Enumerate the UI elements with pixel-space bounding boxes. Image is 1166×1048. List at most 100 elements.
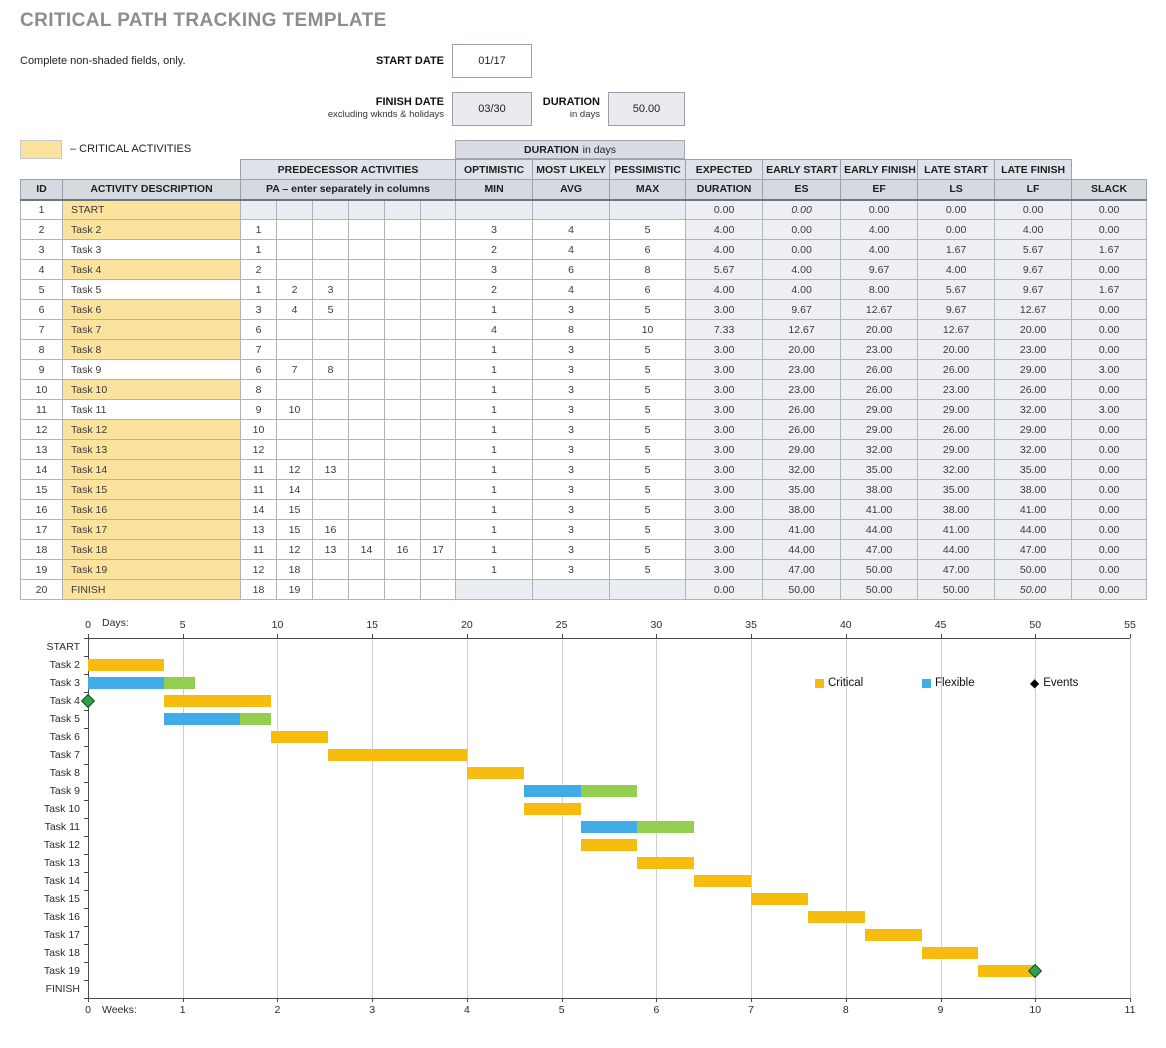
cell-avg[interactable]: 8 xyxy=(533,320,610,340)
cell-duration[interactable]: 3.00 xyxy=(686,440,763,460)
cell-avg[interactable]: 6 xyxy=(533,260,610,280)
cell-activity[interactable]: Task 18 xyxy=(63,540,241,560)
cell-pa[interactable] xyxy=(385,220,421,240)
cell-id[interactable]: 8 xyxy=(21,340,63,360)
cell-min[interactable] xyxy=(456,580,533,600)
column-header-late-start[interactable]: LATE START xyxy=(918,160,995,180)
cell-ls[interactable]: 35.00 xyxy=(918,480,995,500)
cell-pa[interactable] xyxy=(385,420,421,440)
cell-ls[interactable]: 4.00 xyxy=(918,260,995,280)
cell-pa[interactable] xyxy=(421,260,456,280)
cell-pa[interactable]: 16 xyxy=(385,540,421,560)
cell-id[interactable]: 15 xyxy=(21,480,63,500)
cell-ef[interactable]: 41.00 xyxy=(841,500,918,520)
cell-ls[interactable]: 1.67 xyxy=(918,240,995,260)
cell-duration[interactable]: 3.00 xyxy=(686,500,763,520)
cell-max[interactable]: 8 xyxy=(610,260,686,280)
cell-ef[interactable]: 9.67 xyxy=(841,260,918,280)
cell-pa[interactable] xyxy=(385,580,421,600)
cell-id[interactable]: 7 xyxy=(21,320,63,340)
cell-pa[interactable] xyxy=(385,440,421,460)
cell-lf[interactable]: 26.00 xyxy=(995,380,1072,400)
cell-pa[interactable]: 12 xyxy=(277,540,313,560)
cell-activity[interactable]: Task 17 xyxy=(63,520,241,540)
cell-pa[interactable] xyxy=(349,580,385,600)
cell-pa[interactable] xyxy=(385,520,421,540)
cell-id[interactable]: 12 xyxy=(21,420,63,440)
cell-pa[interactable]: 1 xyxy=(241,220,277,240)
cell-id[interactable]: 9 xyxy=(21,360,63,380)
cell-avg[interactable]: 3 xyxy=(533,540,610,560)
cell-ls[interactable]: 0.00 xyxy=(918,220,995,240)
cell-min[interactable]: 1 xyxy=(456,520,533,540)
cell-lf[interactable]: 50.00 xyxy=(995,560,1072,580)
cell-pa[interactable]: 14 xyxy=(241,500,277,520)
cell-pa[interactable]: 11 xyxy=(241,480,277,500)
cell-pa[interactable] xyxy=(385,460,421,480)
column-header-predecessors[interactable]: PREDECESSOR ACTIVITIES xyxy=(241,160,456,180)
column-header-slack[interactable]: SLACK xyxy=(1072,180,1147,200)
cell-pa[interactable] xyxy=(349,340,385,360)
cell-min[interactable]: 3 xyxy=(456,220,533,240)
column-header-min[interactable]: MIN xyxy=(456,180,533,200)
cell-pa[interactable] xyxy=(349,560,385,580)
cell-slack[interactable]: 0.00 xyxy=(1072,220,1147,240)
cell-lf[interactable]: 20.00 xyxy=(995,320,1072,340)
column-header-most-likely[interactable]: MOST LIKELY xyxy=(533,160,610,180)
cell-activity[interactable]: Task 3 xyxy=(63,240,241,260)
cell-ls[interactable]: 44.00 xyxy=(918,540,995,560)
cell-max[interactable]: 5 xyxy=(610,500,686,520)
cell-avg[interactable]: 4 xyxy=(533,240,610,260)
cell-activity[interactable]: START xyxy=(63,200,241,220)
cell-es[interactable]: 47.00 xyxy=(763,560,841,580)
cell-pa[interactable] xyxy=(421,440,456,460)
cell-pa[interactable] xyxy=(277,220,313,240)
cell-lf[interactable]: 35.00 xyxy=(995,460,1072,480)
cell-pa[interactable] xyxy=(313,400,349,420)
cell-activity[interactable]: Task 2 xyxy=(63,220,241,240)
cell-lf[interactable]: 38.00 xyxy=(995,480,1072,500)
cell-max[interactable]: 5 xyxy=(610,400,686,420)
cell-pa[interactable] xyxy=(241,200,277,220)
cell-pa[interactable] xyxy=(313,560,349,580)
cell-ef[interactable]: 0.00 xyxy=(841,200,918,220)
cell-slack[interactable]: 0.00 xyxy=(1072,340,1147,360)
cell-avg[interactable]: 3 xyxy=(533,480,610,500)
cell-pa[interactable] xyxy=(421,580,456,600)
cell-pa[interactable] xyxy=(421,280,456,300)
cell-min[interactable]: 1 xyxy=(456,440,533,460)
cell-pa[interactable]: 13 xyxy=(241,520,277,540)
cell-pa[interactable] xyxy=(385,200,421,220)
cell-pa[interactable] xyxy=(313,500,349,520)
cell-pa[interactable]: 15 xyxy=(277,500,313,520)
cell-max[interactable]: 5 xyxy=(610,360,686,380)
cell-pa[interactable] xyxy=(421,360,456,380)
cell-ls[interactable]: 0.00 xyxy=(918,200,995,220)
cell-pa[interactable] xyxy=(277,260,313,280)
cell-lf[interactable]: 44.00 xyxy=(995,520,1072,540)
cell-lf[interactable]: 23.00 xyxy=(995,340,1072,360)
cell-ef[interactable]: 32.00 xyxy=(841,440,918,460)
cell-pa[interactable]: 14 xyxy=(277,480,313,500)
cell-pa[interactable] xyxy=(421,520,456,540)
cell-es[interactable]: 32.00 xyxy=(763,460,841,480)
cell-activity[interactable]: Task 11 xyxy=(63,400,241,420)
cell-ef[interactable]: 12.67 xyxy=(841,300,918,320)
cell-es[interactable]: 38.00 xyxy=(763,500,841,520)
cell-max[interactable]: 6 xyxy=(610,240,686,260)
cell-pa[interactable] xyxy=(385,480,421,500)
cell-pa[interactable] xyxy=(277,200,313,220)
cell-pa[interactable]: 3 xyxy=(241,300,277,320)
cell-pa[interactable] xyxy=(277,380,313,400)
cell-ls[interactable]: 32.00 xyxy=(918,460,995,480)
cell-lf[interactable]: 4.00 xyxy=(995,220,1072,240)
cell-pa[interactable]: 1 xyxy=(241,280,277,300)
cell-pa[interactable] xyxy=(421,460,456,480)
cell-avg[interactable]: 3 xyxy=(533,360,610,380)
cell-pa[interactable] xyxy=(313,420,349,440)
column-header-max[interactable]: MAX xyxy=(610,180,686,200)
cell-id[interactable]: 18 xyxy=(21,540,63,560)
start-date-cell[interactable]: 01/17 xyxy=(452,44,532,78)
column-header-pa[interactable]: PA – enter separately in columns xyxy=(241,180,456,200)
column-header-es[interactable]: ES xyxy=(763,180,841,200)
